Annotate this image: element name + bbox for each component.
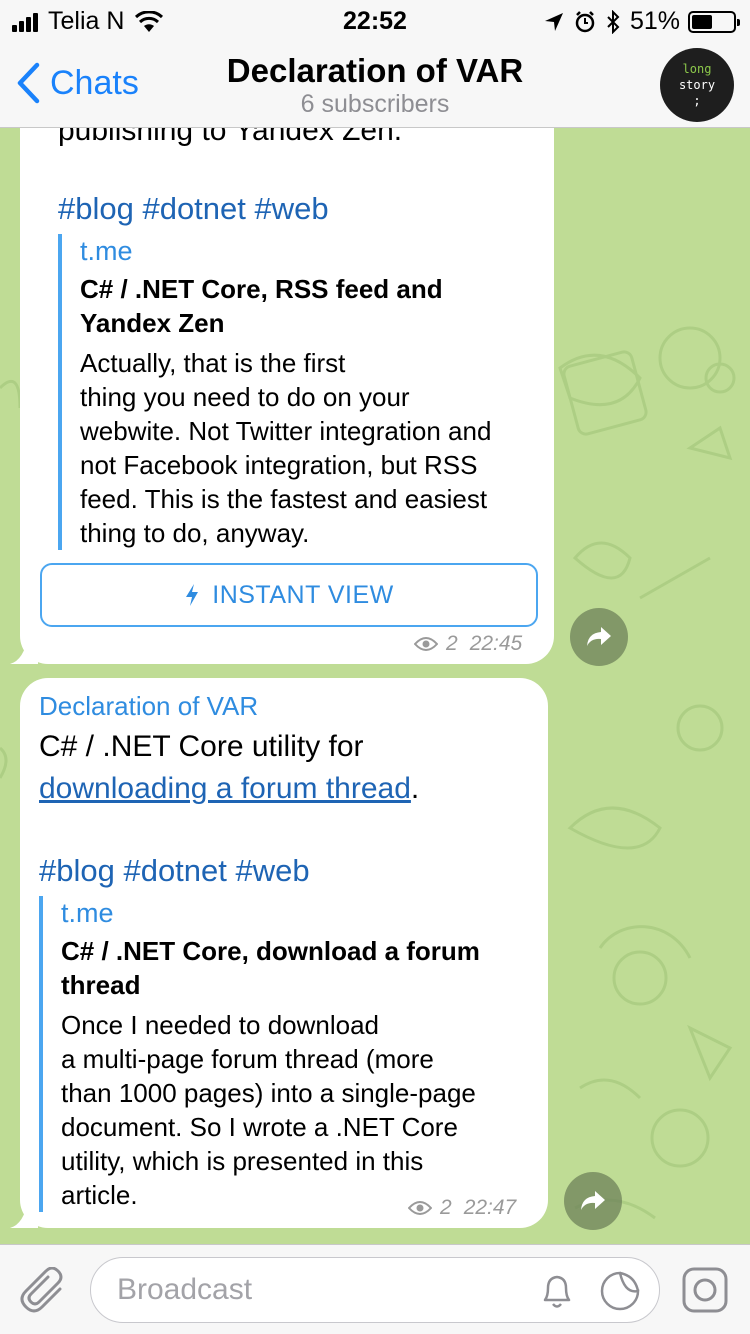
channel-title[interactable]: Declaration of VAR <box>0 52 750 90</box>
paperclip-icon[interactable] <box>20 1267 68 1315</box>
message-time: 22:47 <box>463 1196 517 1219</box>
link-preview-site: t.me <box>61 898 114 928</box>
description-line: thing to do, anyway. <box>80 518 310 548</box>
link-preview-description: Actually, that is the first thing you ne… <box>80 346 548 550</box>
link-suffix: . <box>410 772 420 805</box>
message-meta: 2 22:47 <box>408 1196 516 1220</box>
hashtag-links[interactable]: #blog #dotnet #web <box>58 188 329 230</box>
inline-link[interactable]: downloading a forum thread <box>39 772 411 805</box>
message-meta: 2 22:45 <box>414 632 522 656</box>
battery-level <box>692 14 713 29</box>
bell-icon[interactable] <box>539 1272 575 1310</box>
view-count: 2 <box>440 1196 452 1219</box>
description-line: document. So I wrote a .NET Core <box>61 1112 458 1142</box>
share-arrow-icon <box>581 1191 605 1210</box>
lightning-icon <box>186 584 199 606</box>
message-text-line: downloading a forum thread. <box>39 768 419 810</box>
description-line: webwite. Not Twitter integration and <box>80 416 492 446</box>
broadcast-input-field[interactable] <box>90 1257 660 1323</box>
bluetooth-icon <box>607 9 620 34</box>
description-line: Once I needed to download <box>61 1010 380 1040</box>
description-line: not Facebook integration, but RSS <box>80 450 478 480</box>
link-preview-title-line: C# / .NET Core, RSS feed and <box>80 274 443 304</box>
avatar-text-line3: ; <box>693 94 701 108</box>
share-button[interactable] <box>570 608 628 666</box>
link-preview-title: C# / .NET Core, download a forum thread <box>61 934 529 1002</box>
camera-icon[interactable] <box>682 1267 728 1313</box>
bubble-tail <box>10 1200 38 1228</box>
description-line: Actually, that is the first <box>80 348 346 378</box>
view-count: 2 <box>446 632 458 655</box>
link-preview-site: t.me <box>80 236 133 266</box>
message-time: 22:45 <box>469 632 523 655</box>
share-arrow-icon <box>587 627 611 646</box>
link-preview-description: Once I needed to download a multi-page f… <box>61 1008 529 1212</box>
description-line: utility, which is presented in this <box>61 1146 424 1176</box>
description-line: feed. This is the fastest and easiest <box>80 484 488 514</box>
navigation-bar: Chats Declaration of VAR 6 subscribers l… <box>0 40 750 128</box>
sticker-icon[interactable] <box>599 1270 641 1312</box>
battery-icon <box>688 10 740 33</box>
message-text: C# / .NET Core utility for downloading a… <box>39 726 419 810</box>
avatar-text-line2: story <box>678 78 716 92</box>
bubble-tail <box>10 636 38 664</box>
eye-icon <box>408 1201 432 1215</box>
share-button[interactable] <box>564 1172 622 1230</box>
link-preview-title-line: thread <box>61 970 141 1000</box>
status-right: 51% <box>544 7 740 36</box>
link-preview-title-line: Yandex Zen <box>80 308 225 338</box>
eye-icon <box>414 637 438 651</box>
location-arrow-icon <box>544 12 563 31</box>
broadcast-input[interactable] <box>117 1268 517 1312</box>
instant-view-label: INSTANT VIEW <box>212 580 394 609</box>
avatar-text-line1: long <box>682 62 712 76</box>
message-bubble[interactable]: Declaration of VAR C# / .NET Core utilit… <box>20 678 548 1228</box>
subscriber-count: 6 subscribers <box>300 90 450 118</box>
link-preview[interactable]: t.me C# / .NET Core, download a forum th… <box>39 896 529 1212</box>
alarm-icon <box>575 10 595 32</box>
battery-percent: 51% <box>629 7 680 35</box>
input-bar <box>0 1244 750 1334</box>
link-preview-title: C# / .NET Core, RSS feed and Yandex Zen <box>80 272 548 340</box>
instant-view-button[interactable]: INSTANT VIEW <box>40 563 538 627</box>
link-preview-title-line: C# / .NET Core, download a forum <box>61 936 480 966</box>
channel-avatar[interactable]: long story ; <box>660 48 734 122</box>
message-text-line: C# / .NET Core utility for <box>39 730 364 763</box>
description-line: a multi-page forum thread (more <box>61 1044 434 1074</box>
hashtag-links[interactable]: #blog #dotnet #web <box>39 850 310 892</box>
message-bubble[interactable]: publishing to Yandex Zen. #blog #dotnet … <box>20 60 554 664</box>
description-line: than 1000 pages) into a single-page <box>61 1078 476 1108</box>
link-preview[interactable]: t.me C# / .NET Core, RSS feed and Yandex… <box>58 234 548 550</box>
sender-name[interactable]: Declaration of VAR <box>39 691 258 722</box>
description-line: thing you need to do on your <box>80 382 410 412</box>
status-bar: Telia N 22:52 51% <box>0 0 750 40</box>
